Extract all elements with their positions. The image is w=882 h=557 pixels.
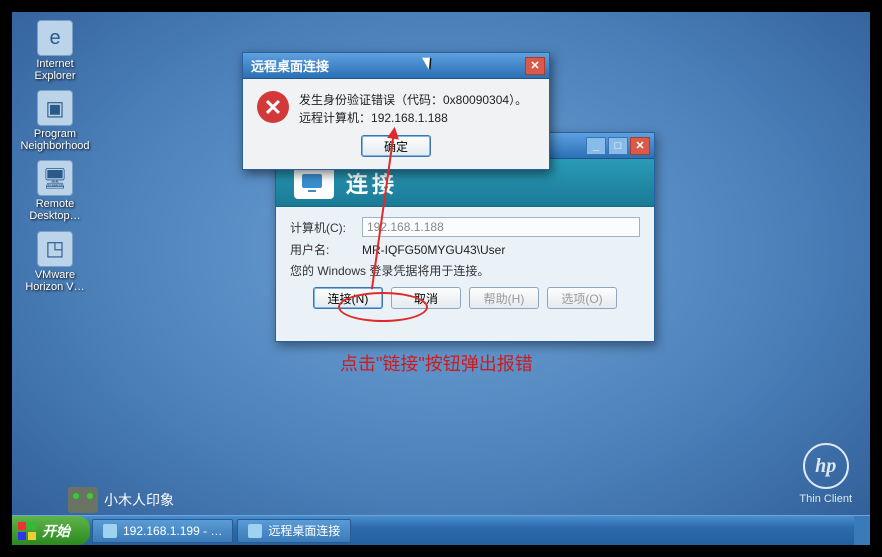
desktop-icon-program-neighborhood[interactable]: ▣ Program Neighborhood	[20, 90, 90, 152]
desktop-icon-vmware-horizon[interactable]: ◳ VMware Horizon V…	[20, 231, 90, 293]
taskbar-item-rdc[interactable]: 远程桌面连接	[237, 519, 351, 543]
system-tray[interactable]	[854, 516, 870, 545]
desktop-icon-ie[interactable]: e Internet Explorer	[20, 20, 90, 82]
credentials-note: 您的 Windows 登录凭据将用于连接。	[290, 262, 640, 279]
remote-desktop-icon: 🖥	[37, 160, 73, 196]
error-titlebar[interactable]: 远程桌面连接 ✕	[243, 53, 549, 79]
taskbar-item-rdp-session[interactable]: 192.168.1.199 - …	[92, 519, 233, 543]
desktop-icon-label: Remote Desktop…	[20, 198, 90, 222]
maximize-button[interactable]: □	[608, 137, 628, 155]
watermark-robot-icon	[68, 487, 98, 513]
options-button[interactable]: 选项(O)	[547, 287, 617, 309]
program-neighborhood-icon: ▣	[37, 90, 73, 126]
error-dialog: 远程桌面连接 ✕ ✕ 发生身份验证错误（代码：0x80090304）。 远程计算…	[242, 52, 550, 170]
hp-icon: hp	[803, 443, 849, 489]
computer-label: 计算机(C):	[290, 219, 362, 236]
error-title: 远程桌面连接	[251, 56, 329, 75]
username-label: 用户名:	[290, 241, 362, 258]
taskbar-app-icon	[103, 524, 117, 538]
username-value: MR-IQFG50MYGU43\User	[362, 243, 640, 257]
error-ok-button[interactable]: 确定	[361, 135, 431, 157]
cancel-button[interactable]: 取消	[391, 287, 461, 309]
taskbar-app-icon	[248, 524, 262, 538]
start-button[interactable]: 开始	[12, 516, 90, 545]
desktop-icon-label: Internet Explorer	[20, 58, 90, 82]
desktop-icon-label: Program Neighborhood	[20, 128, 90, 152]
error-message: 发生身份验证错误（代码：0x80090304）。 远程计算机：192.168.1…	[299, 91, 527, 127]
computer-input[interactable]	[362, 217, 640, 237]
desktop-icon-remote-desktop[interactable]: 🖥 Remote Desktop…	[20, 160, 90, 222]
ie-icon: e	[37, 20, 73, 56]
rdc-logo-icon	[294, 167, 334, 199]
taskbar: 开始 192.168.1.199 - … 远程桌面连接	[12, 515, 870, 545]
error-close-button[interactable]: ✕	[525, 57, 545, 75]
error-icon: ✕	[257, 91, 289, 123]
connect-button[interactable]: 连接(N)	[313, 287, 383, 309]
hp-logo: hp Thin Client	[799, 443, 852, 505]
close-button[interactable]: ✕	[630, 137, 650, 155]
annotation-text: 点击"链接"按钮弹出报错	[340, 350, 533, 376]
desktop-icon-label: VMware Horizon V…	[20, 269, 90, 293]
minimize-button[interactable]: _	[586, 137, 606, 155]
vmware-icon: ◳	[37, 231, 73, 267]
watermark: 小木人印象	[68, 487, 174, 513]
help-button[interactable]: 帮助(H)	[469, 287, 539, 309]
